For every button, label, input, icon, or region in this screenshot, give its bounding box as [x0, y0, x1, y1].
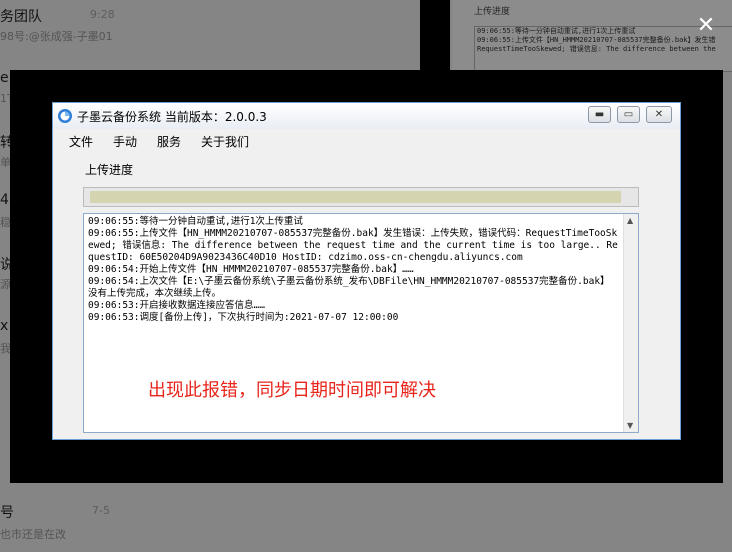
title-bar[interactable]: 子墨云备份系统 当前版本：2.0.0.3 ▬ ▭ ✕ — [53, 103, 680, 129]
log-scrollbar[interactable]: ▲ ▼ — [623, 214, 638, 432]
log-line: 09:06:55:上传文件【HN_HMMM20210707-085537完整备份… — [88, 228, 618, 263]
log-content: 09:06:55:等待一分钟自动重试,进行1次上传重试 09:06:55:上传文… — [88, 216, 618, 324]
close-icon: ✕ — [654, 109, 664, 120]
window-title: 子墨云备份系统 当前版本：2.0.0.3 — [77, 110, 267, 124]
maximize-button[interactable]: ▭ — [617, 106, 640, 123]
app-logo-icon — [58, 109, 72, 123]
upload-progress-bar — [83, 187, 639, 207]
menu-service[interactable]: 服务 — [157, 133, 181, 150]
menu-manual[interactable]: 手动 — [113, 133, 137, 150]
upload-progress-fill — [90, 191, 621, 203]
log-line: 09:06:53:调度[备份上传]，下次执行时间为:2021-07-07 12:… — [88, 312, 399, 323]
scroll-up-icon[interactable]: ▲ — [627, 216, 633, 225]
scroll-down-icon[interactable]: ▼ — [627, 421, 633, 430]
menu-file[interactable]: 文件 — [69, 133, 93, 150]
viewer-close-icon[interactable]: ✕ — [694, 14, 718, 38]
log-line: 09:06:54:上次文件【E:\子墨云备份系统\子墨云备份系统_发布\DBFi… — [88, 276, 610, 299]
log-line: 09:06:53:开启接收数据连接应答信息…… — [88, 300, 265, 311]
error-annotation: 出现此报错，同步日期时间即可解决 — [148, 380, 436, 401]
log-line: 09:06:55:等待一分钟自动重试,进行1次上传重试 — [88, 216, 303, 227]
maximize-icon: ▭ — [623, 109, 634, 120]
minimize-button[interactable]: ▬ — [588, 106, 611, 123]
minimize-icon: ▬ — [594, 109, 605, 120]
upload-progress-label: 上传进度 — [85, 163, 134, 177]
menu-about[interactable]: 关于我们 — [201, 133, 249, 150]
close-button[interactable]: ✕ — [646, 106, 672, 123]
overlay-bar — [420, 0, 450, 70]
log-line: 09:06:54:开始上传文件【HN_HMMM20210707-085537完整… — [88, 264, 414, 275]
